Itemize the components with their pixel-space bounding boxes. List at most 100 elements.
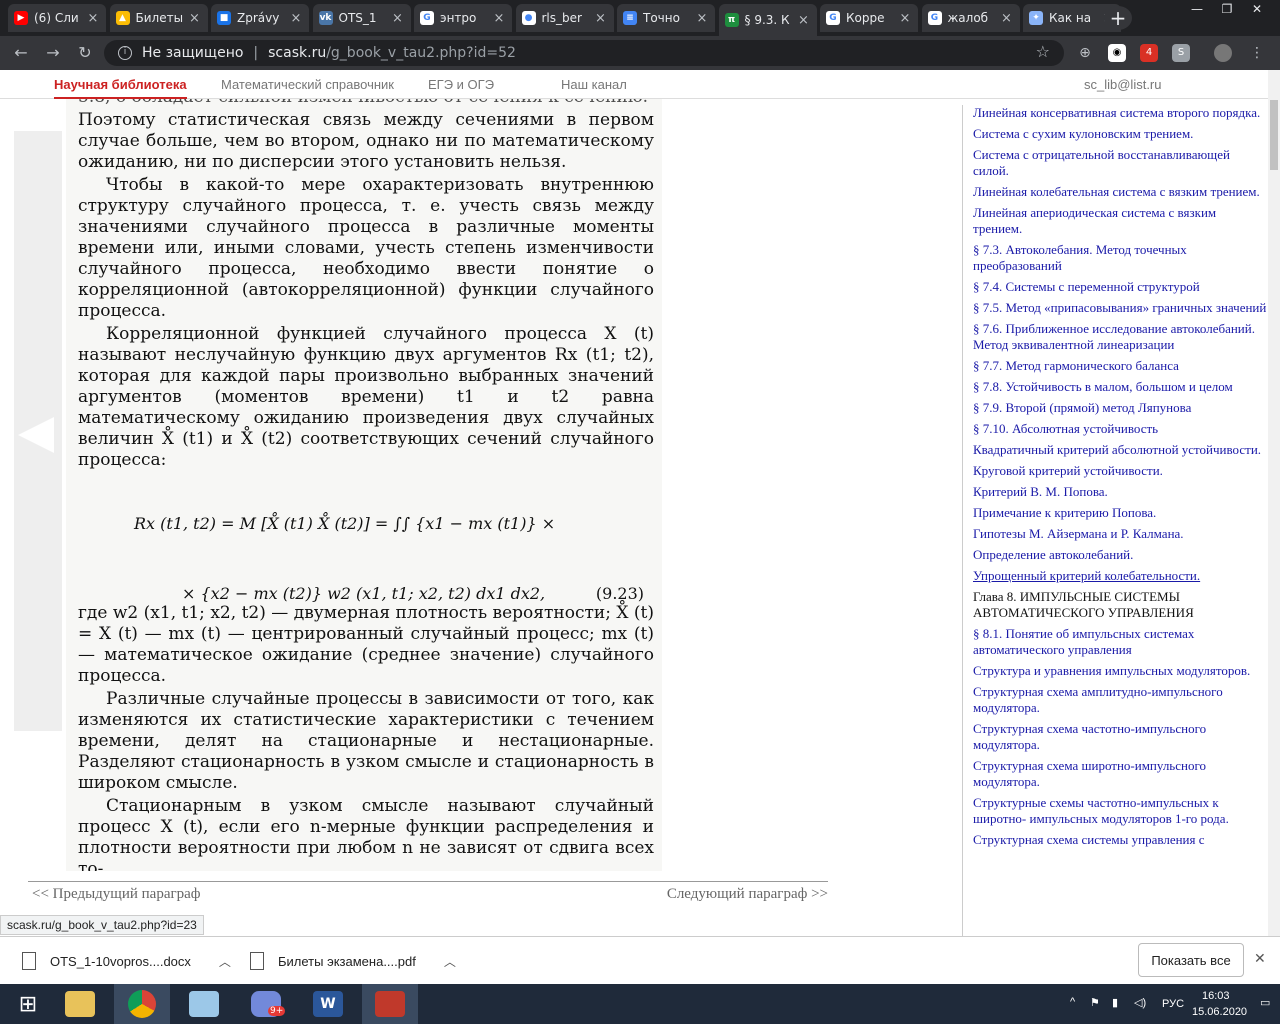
security-label: Не защищено <box>142 45 244 61</box>
toc-link[interactable]: Критерий В. М. Попова. <box>973 484 1268 500</box>
tab-10[interactable]: Gжалоб × <box>921 4 1020 32</box>
nav-library[interactable]: Научная библиотека <box>54 77 187 99</box>
toc-link[interactable]: Структура и уравнения импульсных модулят… <box>973 663 1268 679</box>
extension-adblock-icon[interactable]: 4 <box>1140 44 1158 62</box>
back-button[interactable]: ← <box>10 42 32 64</box>
info-icon[interactable]: i <box>118 46 132 60</box>
toc-link[interactable]: § 7.9. Второй (прямой) метод Ляпунова <box>973 400 1268 416</box>
toc-link[interactable]: Система с отрицательной восстанавливающе… <box>973 147 1268 179</box>
close-window-button[interactable]: ✕ <box>1242 2 1272 18</box>
new-tab-button[interactable]: + <box>1104 6 1132 30</box>
toc-link[interactable]: Линейная апериодическая система с вязким… <box>973 205 1268 237</box>
toc-link[interactable]: § 8.1. Понятие об импульсных системах ав… <box>973 626 1268 658</box>
tab-2[interactable]: ▲ Билеты × <box>109 4 208 32</box>
toc-link[interactable]: § 7.6. Приближенное исследование автокол… <box>973 321 1268 353</box>
forward-button[interactable]: → <box>42 42 64 64</box>
close-tab-icon[interactable]: × <box>86 11 100 26</box>
address-bar[interactable]: i Не защищено | scask.ru /g_book_v_tau2.… <box>104 40 1064 66</box>
taskbar-word[interactable]: W <box>300 984 356 1024</box>
toc-link[interactable]: § 7.4. Системы с переменной структурой <box>973 279 1268 295</box>
toc-link[interactable]: Система с сухим кулоновским трением. <box>973 126 1268 142</box>
toc-link[interactable]: § 7.10. Абсолютная устойчивость <box>973 421 1268 437</box>
formula-line-1: Rx (t1, t2) = M [X̊ (t1) X̊ (t2)] = ∫∫ {… <box>134 514 556 533</box>
toc-link[interactable]: Примечание к критерию Попова. <box>973 505 1268 521</box>
nav-channel[interactable]: Наш канал <box>561 77 627 92</box>
tab-4[interactable]: vk OTS_1 × <box>312 4 411 32</box>
close-tab-icon[interactable]: × <box>695 11 709 26</box>
toc-link[interactable]: § 7.8. Устойчивость в малом, большом и ц… <box>973 379 1268 395</box>
tray-network-icon[interactable]: ▮ <box>1112 996 1118 1009</box>
start-button[interactable]: ⊞ <box>0 984 56 1024</box>
extension-glasses-icon[interactable]: ◉ <box>1108 44 1126 62</box>
toc-link[interactable]: Структурная схема частотно-импульсного м… <box>973 721 1268 753</box>
tab-1[interactable]: ▶ (6) Сли × <box>8 4 106 32</box>
close-tab-icon[interactable]: × <box>289 11 303 26</box>
tab-6[interactable]: ● rls_ber × <box>515 4 614 32</box>
toc-link[interactable]: Линейная колебательная система с вязким … <box>973 184 1268 200</box>
reload-button[interactable]: ↻ <box>74 42 96 64</box>
toc-link[interactable]: Структурная схема системы управления с <box>973 832 1268 848</box>
tray-time[interactable]: 16:03 <box>1202 990 1230 1002</box>
toc-link[interactable]: Гипотезы М. Айзермана и Р. Калмана. <box>973 526 1268 542</box>
taskbar-notes[interactable] <box>176 984 232 1024</box>
tab-8[interactable]: π § 9.3. К × <box>718 4 817 36</box>
taskbar-explorer[interactable] <box>52 984 108 1024</box>
toc-link[interactable]: Круговой критерий устойчивости. <box>973 463 1268 479</box>
chevron-up-icon[interactable]: ︿ <box>219 953 231 970</box>
nav-ege[interactable]: ЕГЭ и ОГЭ <box>428 77 494 92</box>
minimize-button[interactable]: — <box>1182 2 1212 18</box>
tab-9[interactable]: G Корре × <box>820 4 918 32</box>
nav-math-reference[interactable]: Математический справочник <box>221 77 394 92</box>
prev-paragraph-link[interactable]: << Предыдущий параграф <box>32 886 201 903</box>
discord-badge: 9+ <box>268 1006 286 1016</box>
tray-flag-icon[interactable]: ⚑ <box>1090 996 1100 1009</box>
scrollbar-thumb[interactable] <box>1270 100 1278 170</box>
close-tab-icon[interactable]: × <box>188 11 202 26</box>
show-all-downloads-button[interactable]: Показать все <box>1138 943 1244 977</box>
nav-email[interactable]: sc_lib@list.ru <box>1084 77 1162 92</box>
profile-avatar[interactable] <box>1214 44 1232 62</box>
toc-link[interactable]: Линейная консервативная система второго … <box>973 105 1268 121</box>
taskbar-app[interactable] <box>362 984 418 1024</box>
toc-link[interactable]: Структурные схемы частотно-импульсных к … <box>973 795 1268 827</box>
book-page-scan: 5.8, б обладает сильной изменчивостью от… <box>66 99 662 871</box>
close-tab-icon[interactable]: × <box>797 13 811 28</box>
toc-link[interactable]: § 7.5. Метод «припасовывания» граничных … <box>973 300 1268 316</box>
notifications-icon[interactable]: ▭ <box>1260 996 1270 1009</box>
close-tab-icon[interactable]: × <box>594 11 608 26</box>
close-shelf-icon[interactable]: ✕ <box>1254 951 1266 967</box>
restore-button[interactable]: ❐ <box>1212 2 1242 18</box>
download-item-docx[interactable]: OTS_1-10vopros....docx ︿ <box>22 945 231 977</box>
close-tab-icon[interactable]: × <box>898 11 912 26</box>
translate-icon[interactable]: ⊕ <box>1076 44 1094 62</box>
next-paragraph-link[interactable]: Следующий параграф >> <box>667 886 828 903</box>
tab-5[interactable]: Gэнтро × <box>414 4 512 32</box>
extension-s-icon[interactable]: S <box>1172 44 1190 62</box>
tab-7[interactable]: ≡ Точно × <box>617 4 715 32</box>
tab-title: энтро <box>440 11 477 25</box>
tray-date[interactable]: 15.06.2020 <box>1192 1006 1247 1018</box>
menu-icon[interactable]: ⋮ <box>1248 44 1266 62</box>
toc-link[interactable]: Упрощенный критерий колебательности. <box>973 568 1268 584</box>
bookmark-star-icon[interactable]: ☆ <box>1036 42 1050 61</box>
chevron-up-icon[interactable]: ︿ <box>444 953 456 970</box>
toc-link[interactable]: § 7.7. Метод гармонического баланса <box>973 358 1268 374</box>
taskbar-discord[interactable]: 9+ <box>238 984 294 1024</box>
toc-link[interactable]: Структурная схема амплитудно-импульсного… <box>973 684 1268 716</box>
toc-link[interactable]: § 7.3. Автоколебания. Метод точечных пре… <box>973 242 1268 274</box>
table-of-contents: Линейная консервативная система второго … <box>962 105 1268 936</box>
toc-link[interactable]: Квадратичный критерий абсолютной устойчи… <box>973 442 1268 458</box>
left-arrow-icon[interactable] <box>18 417 54 453</box>
page-scrollbar[interactable] <box>1268 70 1280 936</box>
tray-volume-icon[interactable]: ◁) <box>1134 996 1146 1009</box>
close-tab-icon[interactable]: × <box>391 11 405 26</box>
tray-language[interactable]: РУС <box>1162 998 1184 1010</box>
close-tab-icon[interactable]: × <box>492 11 506 26</box>
toc-link[interactable]: Структурная схема широтно-импульсного мо… <box>973 758 1268 790</box>
taskbar-chrome[interactable] <box>114 984 170 1024</box>
download-item-pdf[interactable]: Билеты экзамена....pdf ︿ <box>250 945 456 977</box>
toc-link[interactable]: Определение автоколебаний. <box>973 547 1268 563</box>
tab-3[interactable]: ■ Zprávy × <box>211 4 309 32</box>
close-tab-icon[interactable]: × <box>1000 11 1014 26</box>
tray-chevron-icon[interactable]: ^ <box>1070 996 1075 1008</box>
